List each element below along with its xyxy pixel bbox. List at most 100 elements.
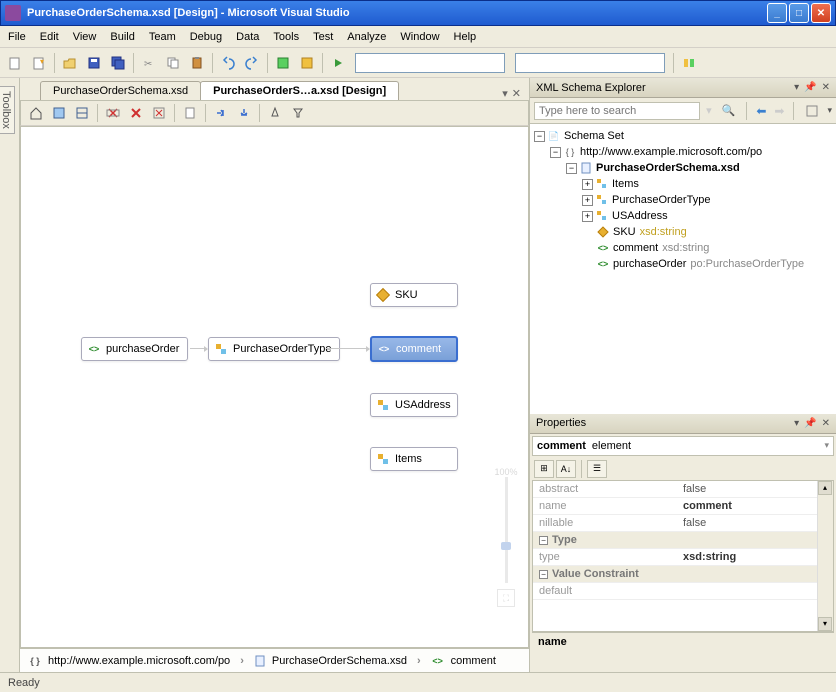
start-button[interactable] [327, 52, 349, 74]
remove-icon[interactable] [102, 102, 124, 124]
node-purchaseorder[interactable]: <> purchaseOrder [81, 337, 188, 361]
menu-window[interactable]: Window [400, 31, 439, 43]
view2-icon[interactable] [71, 102, 93, 124]
nav-fwd-icon[interactable]: ➡ [772, 104, 786, 118]
filter2-icon[interactable] [287, 102, 309, 124]
expand-icon[interactable]: + [582, 211, 593, 222]
layout-tb-icon[interactable] [233, 102, 255, 124]
config-dropdown[interactable] [355, 53, 505, 73]
menu-test[interactable]: Test [313, 31, 333, 43]
tree-row-sku[interactable]: SKUxsd:string [532, 224, 834, 240]
scroll-down-icon[interactable]: ▾ [818, 617, 832, 631]
redo-button[interactable] [241, 52, 263, 74]
doc-icon[interactable] [179, 102, 201, 124]
platform-dropdown[interactable] [515, 53, 665, 73]
expand-icon[interactable]: + [582, 195, 593, 206]
copy-button[interactable] [162, 52, 184, 74]
tree-row-items[interactable]: +Items [532, 176, 834, 192]
tree-row-root[interactable]: −📄Schema Set [532, 128, 834, 144]
property-category[interactable]: −Value Constraint [533, 565, 833, 582]
categorize-button[interactable]: ⊞ [534, 460, 554, 478]
delete-icon[interactable] [125, 102, 147, 124]
property-row[interactable]: default [533, 582, 833, 599]
breadcrumb-ns[interactable]: http://www.example.microsoft.com/po [48, 655, 230, 667]
menu-analyze[interactable]: Analyze [347, 31, 386, 43]
tab-active[interactable]: PurchaseOrderS…a.xsd [Design] [200, 81, 399, 100]
scrollbar[interactable]: ▴ ▾ [817, 481, 833, 631]
zoom-fit-button[interactable]: ⛶ [497, 589, 515, 607]
node-comment[interactable]: <> comment [370, 336, 458, 362]
menu-team[interactable]: Team [149, 31, 176, 43]
menu-file[interactable]: File [8, 31, 26, 43]
panel-dropdown-icon[interactable]: ▾ [794, 82, 799, 93]
tree-row-pot[interactable]: +PurchaseOrderType [532, 192, 834, 208]
prop-pages-button[interactable]: ☰ [587, 460, 607, 478]
toolbox-tab[interactable]: Toolbox [0, 78, 20, 672]
menu-build[interactable]: Build [110, 31, 134, 43]
menu-view[interactable]: View [73, 31, 97, 43]
properties-selector[interactable]: comment element ▾ [532, 436, 834, 456]
panel-dropdown-icon[interactable]: ▾ [794, 418, 799, 429]
collapse-icon[interactable]: − [566, 163, 577, 174]
collapse-icon[interactable]: − [550, 147, 561, 158]
minimize-button[interactable]: _ [767, 3, 787, 23]
tree-row-usa[interactable]: +USAddress [532, 208, 834, 224]
zoom-thumb[interactable] [501, 542, 511, 550]
filter1-icon[interactable] [264, 102, 286, 124]
nav-back-icon[interactable]: ⬅ [754, 104, 768, 118]
expand-icon[interactable]: + [582, 179, 593, 190]
selector-dropdown-icon[interactable]: ▾ [824, 440, 829, 451]
property-row[interactable]: nillablefalse [533, 514, 833, 531]
tab-inactive[interactable]: PurchaseOrderSchema.xsd [40, 81, 201, 100]
breadcrumb-element[interactable]: comment [451, 655, 496, 667]
property-category[interactable]: −Type [533, 531, 833, 548]
class-view-button[interactable] [296, 52, 318, 74]
search-go-icon[interactable]: 🔍 [718, 104, 740, 117]
property-row[interactable]: namecomment [533, 497, 833, 514]
options-icon[interactable] [801, 104, 823, 118]
menu-edit[interactable]: Edit [40, 31, 59, 43]
open-button[interactable] [59, 52, 81, 74]
tree-row-comment[interactable]: <>commentxsd:string [532, 240, 834, 256]
scroll-up-icon[interactable]: ▴ [818, 481, 832, 495]
collapse-icon[interactable]: − [539, 536, 548, 545]
pin-icon[interactable]: 📌 [804, 418, 816, 429]
maximize-button[interactable]: □ [789, 3, 809, 23]
options-dropdown-icon[interactable]: ▾ [827, 105, 832, 116]
paste-button[interactable] [186, 52, 208, 74]
tab-dropdown-icon[interactable]: ▾ [502, 87, 508, 100]
nav-button[interactable] [272, 52, 294, 74]
menu-debug[interactable]: Debug [190, 31, 222, 43]
home-icon[interactable] [25, 102, 47, 124]
clear-icon[interactable] [148, 102, 170, 124]
pin-icon[interactable]: 📌 [804, 82, 816, 93]
layout-lr-icon[interactable] [210, 102, 232, 124]
view1-icon[interactable] [48, 102, 70, 124]
node-items[interactable]: Items [370, 447, 458, 471]
property-row[interactable]: typexsd:string [533, 548, 833, 565]
search-input[interactable] [534, 102, 700, 120]
new-item-button[interactable] [4, 52, 26, 74]
add-button[interactable]: ▾ [28, 52, 50, 74]
save-all-button[interactable] [107, 52, 129, 74]
menu-data[interactable]: Data [236, 31, 259, 43]
explorer-button[interactable] [678, 52, 700, 74]
node-sku[interactable]: SKU [370, 283, 458, 307]
undo-button[interactable] [217, 52, 239, 74]
collapse-icon[interactable]: − [539, 570, 548, 579]
tab-close-icon[interactable]: ✕ [512, 87, 521, 100]
save-button[interactable] [83, 52, 105, 74]
panel-close-icon[interactable]: ✕ [822, 418, 830, 429]
menu-tools[interactable]: Tools [273, 31, 299, 43]
tree-row-po[interactable]: <>purchaseOrderpo:PurchaseOrderType [532, 256, 834, 272]
collapse-icon[interactable]: − [534, 131, 545, 142]
node-usaddress[interactable]: USAddress [370, 393, 458, 417]
property-row[interactable]: abstractfalse [533, 481, 833, 498]
zoom-slider[interactable]: 100% ⛶ [496, 467, 516, 607]
sort-button[interactable]: A↓ [556, 460, 576, 478]
breadcrumb-file[interactable]: PurchaseOrderSchema.xsd [272, 655, 407, 667]
close-button[interactable]: ✕ [811, 3, 831, 23]
design-canvas[interactable]: <> purchaseOrder PurchaseOrderType SKU <… [20, 126, 529, 648]
cut-button[interactable]: ✂ [138, 52, 160, 74]
node-purchaseordertype[interactable]: PurchaseOrderType [208, 337, 340, 361]
